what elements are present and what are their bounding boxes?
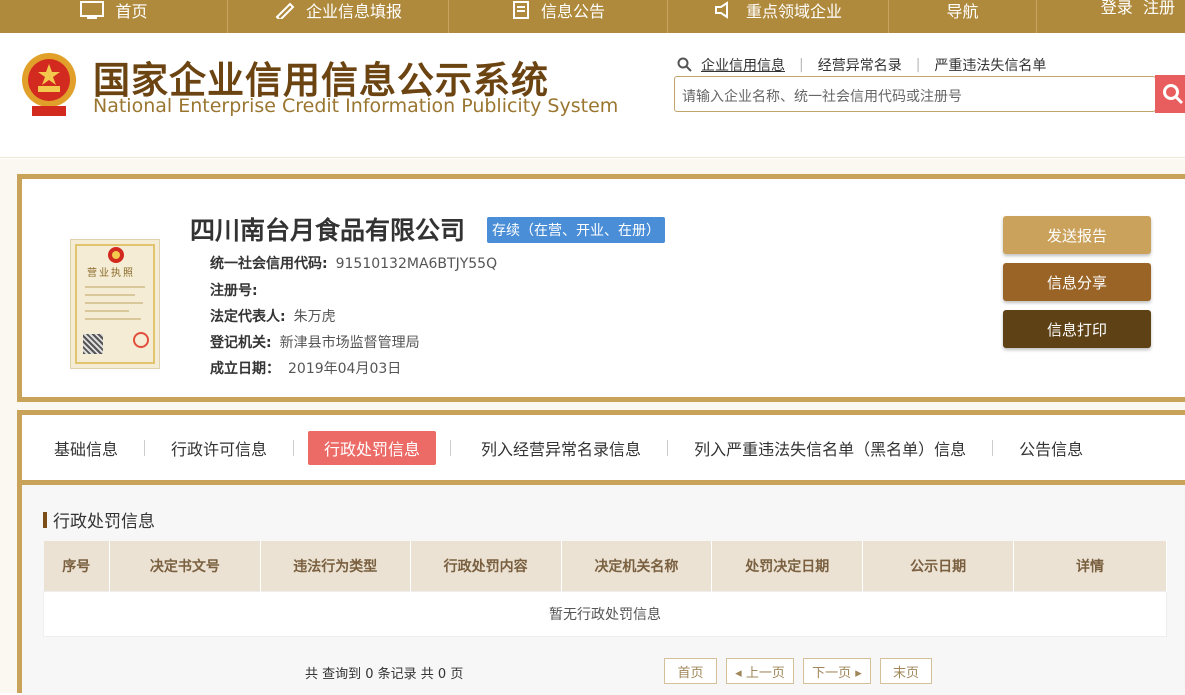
nav-notice-label: 信息公告 bbox=[540, 1, 605, 21]
search-icon bbox=[1163, 84, 1184, 105]
top-nav: 首页 企业信息填报 信息公告 重点领域企业 导航 登录 注册 bbox=[0, 0, 1185, 33]
field-authority: 登记机关: 新津县市场监督管理局 bbox=[210, 332, 420, 352]
field-value: 91510132MA6BTJY55Q bbox=[335, 256, 498, 272]
qr-code-icon bbox=[83, 334, 103, 354]
nav-report[interactable]: 企业信息填报 bbox=[228, 0, 449, 33]
column-header: 公示日期 bbox=[862, 541, 1015, 591]
nav-report-label: 企业信息填报 bbox=[305, 1, 402, 21]
login-link[interactable]: 登录 bbox=[1101, 0, 1133, 17]
divider: | bbox=[799, 57, 804, 73]
field-label: 法定代表人: bbox=[210, 309, 286, 325]
title-marker bbox=[43, 511, 47, 528]
section-title-text: 行政处罚信息 bbox=[53, 512, 155, 532]
nav-key-enterprise-label: 重点领域企业 bbox=[745, 1, 842, 21]
record-count: 共 查询到 0 条记录 共 0 页 bbox=[305, 667, 464, 682]
column-header: 序号 bbox=[43, 541, 110, 591]
stamp-icon bbox=[133, 332, 149, 348]
license-title: 营业执照 bbox=[87, 268, 135, 279]
nav-guide-label: 导航 bbox=[946, 1, 979, 21]
tab-penalty[interactable]: 行政处罚信息 bbox=[308, 430, 437, 465]
license-line bbox=[85, 286, 145, 288]
last-page-button[interactable]: 末页 bbox=[880, 658, 932, 684]
site-subtitle: National Enterprise Credit Information P… bbox=[93, 95, 619, 117]
field-reg-no: 注册号: bbox=[210, 280, 266, 300]
field-value: 朱万虎 bbox=[293, 309, 336, 325]
search-icon bbox=[677, 57, 692, 72]
tab-license[interactable]: 行政许可信息 bbox=[155, 431, 283, 465]
license-line bbox=[85, 302, 143, 304]
nav-home-label: 首页 bbox=[115, 1, 148, 21]
nav-notice[interactable]: 信息公告 bbox=[449, 0, 668, 33]
tab-blacklist[interactable]: 列入严重违法失信名单（黑名单）信息 bbox=[678, 431, 982, 465]
document-icon bbox=[512, 0, 529, 19]
field-label: 登记机关: bbox=[210, 335, 272, 351]
field-label: 统一社会信用代码: bbox=[210, 256, 328, 272]
tab-divider bbox=[992, 439, 994, 456]
share-button[interactable]: 信息分享 bbox=[1003, 263, 1151, 301]
field-legal-rep: 法定代表人: 朱万虎 bbox=[210, 306, 336, 326]
print-button[interactable]: 信息打印 bbox=[1003, 310, 1151, 348]
field-value: 2019年04月03日 bbox=[288, 361, 402, 377]
tab-divider bbox=[667, 439, 669, 456]
site-header: 国家企业信用信息公示系统 National Enterprise Credit … bbox=[0, 33, 1185, 158]
tab-divider bbox=[293, 439, 295, 456]
license-line bbox=[85, 294, 135, 296]
send-report-button[interactable]: 发送报告 bbox=[1003, 216, 1151, 254]
register-link[interactable]: 注册 bbox=[1143, 0, 1175, 17]
penalty-section: 行政处罚信息 序号 决定书文号 违法行为类型 行政处罚内容 决定机关名称 处罚决… bbox=[22, 485, 1185, 695]
national-emblem-logo bbox=[22, 53, 76, 116]
divider: | bbox=[915, 57, 921, 73]
quick-link-credit[interactable]: 企业信用信息 bbox=[701, 55, 785, 75]
prev-page-button[interactable]: ◂ 上一页 bbox=[726, 658, 794, 684]
table-row: 暂无行政处罚信息 bbox=[43, 590, 1167, 637]
login-register: 登录 注册 bbox=[1101, 0, 1175, 18]
field-founded: 成立日期： 2019年04月03日 bbox=[210, 358, 401, 378]
company-name: 四川南台月食品有限公司 bbox=[190, 216, 466, 245]
column-header: 详情 bbox=[1013, 541, 1167, 591]
license-line bbox=[85, 310, 129, 312]
home-icon bbox=[80, 0, 105, 19]
speaker-icon bbox=[714, 0, 728, 19]
table-header-row: 序号 决定书文号 违法行为类型 行政处罚内容 决定机关名称 处罚决定日期 公示日… bbox=[43, 541, 1167, 591]
pen-icon bbox=[275, 2, 295, 19]
detail-panel: 基础信息 行政许可信息 行政处罚信息 列入经营异常名录信息 列入严重违法失信名单… bbox=[17, 410, 1185, 695]
tab-announcement[interactable]: 公告信息 bbox=[1003, 431, 1099, 465]
license-line bbox=[85, 318, 141, 320]
tab-bar: 基础信息 行政许可信息 行政处罚信息 列入经营异常名录信息 列入严重违法失信名单… bbox=[22, 415, 1185, 485]
penalty-table: 序号 决定书文号 违法行为类型 行政处罚内容 决定机关名称 处罚决定日期 公示日… bbox=[43, 541, 1167, 637]
section-title: 行政处罚信息 bbox=[43, 507, 155, 532]
empty-message: 暂无行政处罚信息 bbox=[43, 590, 1167, 637]
column-header: 决定书文号 bbox=[109, 541, 261, 591]
status-badge: 存续（在营、开业、在册） bbox=[487, 217, 665, 243]
field-value: 新津县市场监督管理局 bbox=[279, 335, 420, 351]
tab-divider bbox=[450, 439, 452, 456]
first-page-button[interactable]: 首页 bbox=[664, 658, 717, 684]
field-label: 成立日期： bbox=[210, 361, 280, 377]
field-credit-code: 统一社会信用代码: 91510132MA6BTJY55Q bbox=[210, 253, 497, 273]
nav-guide[interactable]: 导航 bbox=[889, 0, 1037, 33]
column-header: 行政处罚内容 bbox=[410, 541, 562, 591]
nav-home[interactable]: 首页 bbox=[0, 0, 228, 33]
quick-links: 企业信用信息 | 经营异常名录 | 严重违法失信名单 bbox=[677, 55, 1046, 75]
quick-link-abnormal[interactable]: 经营异常名录 bbox=[818, 55, 902, 75]
column-header: 违法行为类型 bbox=[260, 541, 411, 591]
next-page-button[interactable]: 下一页 ▸ bbox=[803, 658, 871, 684]
search-input[interactable]: 请输入企业名称、统一社会信用代码或注册号 bbox=[674, 76, 1156, 112]
tab-abnormal[interactable]: 列入经营异常名录信息 bbox=[465, 431, 657, 465]
company-card: 营业执照 四川南台月食品有限公司 存续（在营、开业、在册） 统一社会信用代码: 9… bbox=[17, 174, 1185, 402]
emblem-icon bbox=[108, 247, 124, 263]
column-header: 决定机关名称 bbox=[561, 541, 713, 591]
tab-divider bbox=[144, 439, 146, 456]
field-label: 注册号: bbox=[210, 283, 258, 299]
quick-link-blacklist[interactable]: 严重违法失信名单 bbox=[934, 55, 1046, 75]
nav-key-enterprise[interactable]: 重点领域企业 bbox=[668, 0, 889, 33]
business-license-image[interactable]: 营业执照 bbox=[70, 239, 160, 369]
column-header: 处罚决定日期 bbox=[711, 541, 864, 591]
search-button[interactable] bbox=[1155, 75, 1185, 113]
pagination: 首页 ◂ 上一页 下一页 ▸ 末页 bbox=[664, 658, 941, 684]
tab-basic[interactable]: 基础信息 bbox=[38, 431, 134, 465]
